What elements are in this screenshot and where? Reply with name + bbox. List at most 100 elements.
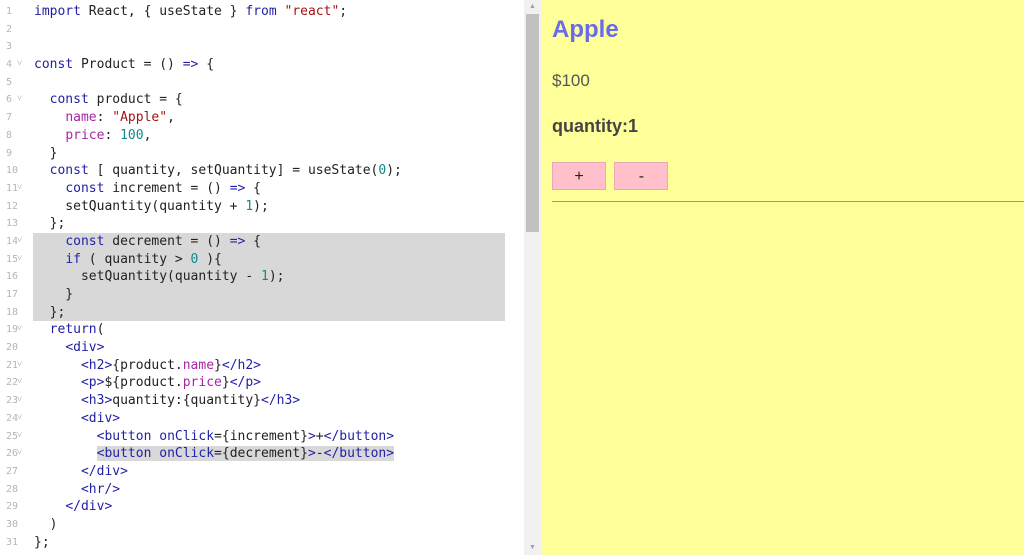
code-line[interactable]: 19 ˅ return( [0, 321, 510, 339]
line-number: 12 [6, 200, 19, 212]
code-line[interactable]: 9 } [0, 145, 510, 163]
code-line[interactable]: 20 <div> [0, 339, 510, 357]
code-line[interactable]: 25 ˅ <button onClick={increment}>+</butto… [0, 428, 510, 446]
code-line[interactable]: 18 }; [0, 303, 510, 322]
code-token: product = { [88, 92, 183, 108]
fold-chevron-icon[interactable]: ˅ [17, 392, 22, 410]
code-text: </div> [34, 498, 112, 516]
code-line[interactable]: 10 const [ quantity, setQuantity] = useS… [0, 162, 510, 180]
scroll-up-icon[interactable]: ▲ [524, 0, 541, 14]
code-token: ={increment} [214, 428, 308, 444]
line-number: 17 [6, 289, 19, 300]
code-token: "Apple" [112, 110, 168, 126]
fold-chevron-icon[interactable]: ˅ [17, 233, 22, 251]
code-line[interactable]: 1 import React, { useState } from "react"… [0, 3, 510, 21]
increment-button[interactable]: + [552, 162, 606, 190]
code-token: => [229, 180, 246, 196]
product-name: Apple [552, 16, 619, 43]
code-line[interactable]: 28 <hr/> [0, 481, 510, 499]
line-number: 22 [6, 377, 19, 389]
fold-chevron-icon[interactable]: ˅ [17, 428, 22, 446]
code-line[interactable]: 8 price: 100, [0, 127, 510, 145]
scroll-thumb[interactable] [526, 14, 539, 232]
fold-chevron-icon[interactable]: ˅ [17, 410, 22, 428]
code-token: { [245, 180, 261, 196]
code-text: <button onClick={increment}>+</button> [34, 428, 394, 446]
quantity-label: quantity:1 [552, 116, 639, 136]
code-token: - [315, 446, 324, 462]
code-line[interactable]: 17 } [0, 286, 510, 304]
code-line[interactable]: 12 setQuantity(quantity + 1); [0, 198, 510, 216]
line-number: 6 [6, 94, 13, 106]
code-line[interactable]: 23 ˅ <h3>quantity:{quantity}</h3> [0, 392, 510, 410]
code-token: 1 [245, 198, 254, 214]
code-line[interactable]: 3 [0, 38, 510, 56]
code-line[interactable]: 2 [0, 21, 510, 39]
code-text: setQuantity(quantity + 1); [34, 198, 269, 216]
code-line[interactable]: 31}; [0, 534, 510, 552]
line-number: 27 [6, 465, 19, 477]
code-token: increment = () [104, 180, 230, 196]
decrement-button[interactable]: - [614, 162, 669, 190]
code-token: > [307, 446, 316, 462]
code-token: price [65, 127, 105, 143]
code-text: <h2>{product.name}</h2> [34, 357, 261, 375]
code-text: </div> [34, 463, 128, 481]
code-token: => [229, 233, 246, 249]
code-token: if [65, 251, 81, 267]
code-token: ); [253, 198, 269, 214]
fold-chevron-icon[interactable]: ˅ [17, 56, 22, 74]
code-token: </h2> [221, 357, 262, 373]
code-token: </button> [323, 446, 395, 462]
code-text: }; [34, 534, 50, 552]
code-token: 1 [260, 269, 269, 285]
code-text: <hr/> [34, 481, 120, 499]
fold-chevron-icon[interactable]: ˅ [17, 91, 22, 109]
code-line[interactable]: 29 </div> [0, 498, 510, 516]
code-token: import [34, 4, 81, 19]
fold-chevron-icon[interactable]: ˅ [17, 180, 22, 198]
code-token: , [167, 110, 175, 126]
code-line[interactable]: 21 ˅ <h2>{product.name}</h2> [0, 357, 510, 375]
code-text: <h3>quantity:{quantity}</h3> [34, 392, 300, 410]
code-token: "react" [284, 4, 340, 19]
scroll-down-icon[interactable]: ▼ [524, 541, 541, 555]
code-token: => [182, 57, 199, 73]
code-line[interactable]: 27 </div> [0, 463, 510, 481]
horizontal-rule [552, 201, 1024, 202]
code-line[interactable]: 15 ˅ if ( quantity > 0 ){ [0, 250, 510, 269]
code-line[interactable]: 26 ˅ <button onClick={decrement}>-</butto… [0, 445, 510, 463]
code-token: const [65, 233, 105, 249]
code-token: const [49, 163, 89, 179]
code-line[interactable]: 14 ˅ const decrement = () => { [0, 232, 510, 251]
code-token: <button [96, 428, 152, 444]
fold-chevron-icon[interactable]: ˅ [17, 357, 22, 375]
code-line[interactable]: 6 ˅ const product = { [0, 91, 510, 109]
code-text: const Product = () => { [34, 56, 214, 74]
code-line[interactable]: 5 [0, 74, 510, 92]
code-line[interactable]: 11 ˅ const increment = () => { [0, 180, 510, 198]
code-text: const [ quantity, setQuantity] = useStat… [34, 162, 402, 180]
line-number: 16 [6, 271, 19, 283]
line-number: 3 [6, 41, 13, 53]
code-line[interactable]: 4 ˅ const Product = () => { [0, 56, 510, 74]
code-editor[interactable]: 1 import React, { useState } from "react"… [0, 0, 524, 555]
code-text: ) [34, 516, 58, 534]
editor-scrollbar[interactable]: ▲ ▼ [524, 0, 541, 555]
code-lines: 1 import React, { useState } from "react"… [0, 3, 510, 551]
code-line[interactable]: 16 setQuantity(quantity - 1); [0, 268, 510, 286]
line-number: 19 [6, 324, 19, 336]
fold-chevron-icon[interactable]: ˅ [17, 321, 22, 339]
fold-chevron-icon[interactable]: ˅ [17, 374, 22, 392]
code-line[interactable]: 13 }; [0, 215, 510, 233]
fold-chevron-icon[interactable]: ˅ [17, 251, 22, 269]
code-line[interactable]: 30 ) [0, 516, 510, 534]
code-line[interactable]: 7 name: "Apple", [0, 109, 510, 127]
code-token: : [104, 127, 121, 143]
fold-chevron-icon[interactable]: ˅ [17, 445, 22, 463]
code-line[interactable]: 24 ˅ <div> [0, 410, 510, 428]
code-line[interactable]: 22 ˅ <p>${product.price}</p> [0, 374, 510, 392]
